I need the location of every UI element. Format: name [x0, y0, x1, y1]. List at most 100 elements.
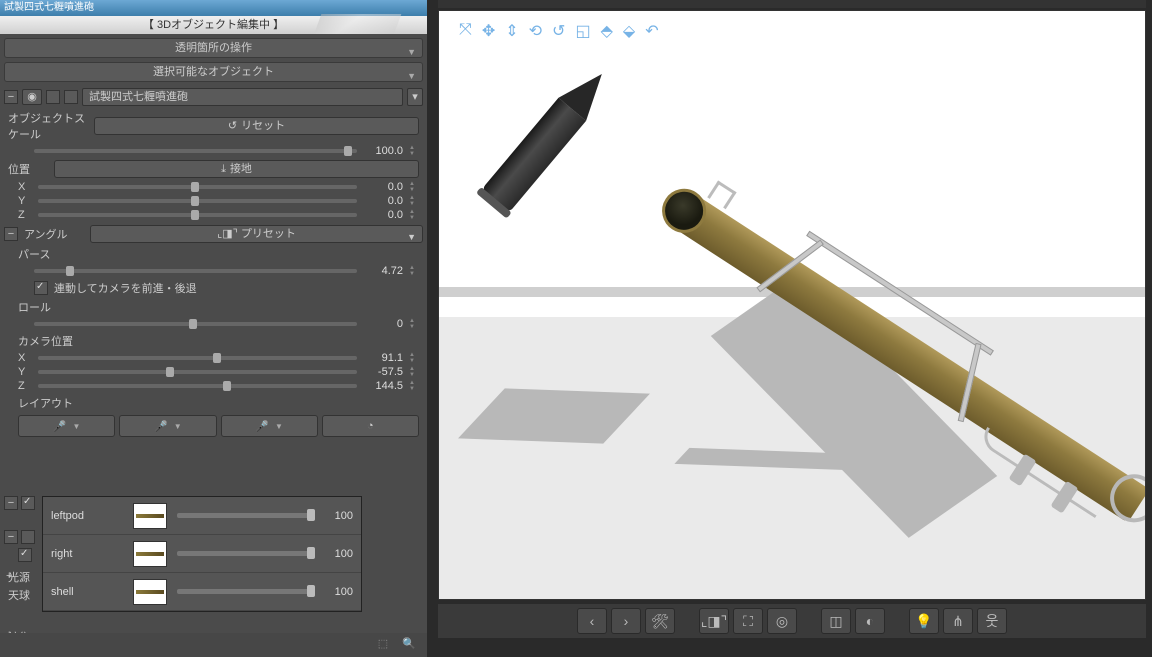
chevron-down-icon: ▼: [275, 422, 283, 431]
chevron-down-icon: ▼: [174, 422, 182, 431]
pos-x-spinner[interactable]: ▲▼: [409, 181, 419, 193]
part-row-leftpod: leftpod 100: [43, 497, 361, 535]
cam-y-slider[interactable]: [38, 370, 357, 374]
chevron-down-icon: ▼: [73, 422, 81, 431]
pos-x-value[interactable]: 0.0: [363, 181, 403, 193]
layout-slot-2[interactable]: 🎤▼: [119, 415, 216, 437]
tree-expand-light[interactable]: +: [6, 570, 12, 582]
move-xy-icon[interactable]: ✥: [482, 21, 495, 41]
focus-icon[interactable]: ◎: [767, 608, 797, 634]
preset-dropdown[interactable]: ⌞◨⌝ プリセット▼: [90, 225, 423, 243]
perspective-value[interactable]: 4.72: [363, 265, 403, 277]
pose-icon[interactable]: 웃: [977, 608, 1007, 634]
ground-button[interactable]: ⤓接地: [54, 160, 419, 178]
pos-y-spinner[interactable]: ▲▼: [409, 195, 419, 207]
pos-z-slider[interactable]: [38, 213, 357, 217]
register-material-icon[interactable]: ⬚: [375, 637, 391, 653]
tree-collapse[interactable]: −: [4, 496, 18, 510]
tree-check[interactable]: [18, 548, 32, 562]
search-icon[interactable]: 🔍: [401, 637, 417, 653]
pos-y-value[interactable]: 0.0: [363, 195, 403, 207]
part-row-shell: shell 100: [43, 573, 361, 611]
part-thumbnail[interactable]: [133, 541, 167, 567]
scale-spinner[interactable]: ▲▼: [409, 145, 419, 157]
move-z-icon[interactable]: ⇕: [505, 21, 518, 41]
camera-icon: ⌞◨⌝: [217, 228, 238, 240]
transparent-ops-dropdown[interactable]: 透明箇所の操作 ▼: [4, 38, 423, 58]
cam-x-value[interactable]: 91.1: [363, 352, 403, 364]
cube-scale-icon[interactable]: ⬙: [623, 21, 635, 41]
axis-z-label: Z: [18, 209, 32, 221]
cube-icon[interactable]: ◱: [575, 21, 590, 41]
lock-checkbox[interactable]: [46, 90, 60, 104]
roll-value[interactable]: 0: [363, 318, 403, 330]
light-icon[interactable]: 💡: [909, 608, 939, 634]
shaded-icon[interactable]: ◐: [855, 608, 885, 634]
pos-x-slider[interactable]: [38, 185, 357, 189]
roll-slider[interactable]: [34, 322, 357, 326]
angle-collapse[interactable]: −: [4, 227, 18, 241]
rotate-axis-icon[interactable]: ↺: [552, 21, 565, 41]
preset-label: プリセット: [241, 228, 296, 240]
part-value[interactable]: 100: [325, 586, 353, 598]
pos-z-value[interactable]: 0.0: [363, 209, 403, 221]
object-name-field[interactable]: 試製四式七糎噴進砲: [82, 88, 403, 106]
scale-value[interactable]: 100.0: [363, 145, 403, 157]
cam-z-spinner[interactable]: ▲▼: [409, 380, 419, 392]
ground-icon: ⤓: [221, 163, 226, 175]
model-shell[interactable]: [438, 16, 671, 270]
camera-snap-icon[interactable]: ⌞◨⌝: [699, 608, 729, 634]
prev-button[interactable]: ‹: [577, 608, 607, 634]
tree-check[interactable]: [21, 530, 35, 544]
part-thumbnail[interactable]: [133, 579, 167, 605]
part-slider[interactable]: [177, 589, 315, 594]
roll-spinner[interactable]: ▲▼: [409, 318, 419, 330]
tree-check[interactable]: [21, 496, 35, 510]
visibility-toggle[interactable]: ◉: [22, 89, 42, 105]
perspective-spinner[interactable]: ▲▼: [409, 265, 419, 277]
collapse-toggle[interactable]: −: [4, 90, 18, 104]
pos-y-slider[interactable]: [38, 199, 357, 203]
part-slider[interactable]: [177, 551, 315, 556]
cam-x-slider[interactable]: [38, 356, 357, 360]
3d-viewport[interactable]: ⤧ ✥ ⇕ ⟲ ↺ ◱ ⬘ ⬙ ↶: [438, 10, 1146, 600]
object-menu[interactable]: ▾: [407, 88, 423, 106]
part-value[interactable]: 100: [325, 548, 353, 560]
cube-rotate-icon[interactable]: ⬘: [601, 21, 613, 41]
cam-y-spinner[interactable]: ▲▼: [409, 366, 419, 378]
tree-collapse[interactable]: −: [4, 530, 18, 544]
move-gizmo-icon[interactable]: ⤧: [459, 21, 472, 41]
select-checkbox[interactable]: [64, 90, 78, 104]
cube-view-icon[interactable]: ◫: [821, 608, 851, 634]
cam-z-value[interactable]: 144.5: [363, 380, 403, 392]
bone-icon[interactable]: ⋔: [943, 608, 973, 634]
frame-icon[interactable]: ⛶: [733, 608, 763, 634]
perspective-slider[interactable]: [34, 269, 357, 273]
mic-icon: 🎤: [53, 420, 67, 433]
layout-slot-1[interactable]: 🎤▼: [18, 415, 115, 437]
follow-camera-checkbox[interactable]: [34, 281, 48, 295]
scale-slider[interactable]: [34, 149, 357, 153]
cam-y-value[interactable]: -57.5: [363, 366, 403, 378]
cam-x-spinner[interactable]: ▲▼: [409, 352, 419, 364]
axis-x-label: X: [18, 181, 32, 193]
undo-icon[interactable]: ↶: [645, 21, 658, 41]
next-button[interactable]: ›: [611, 608, 641, 634]
pos-z-spinner[interactable]: ▲▼: [409, 209, 419, 221]
part-name: leftpod: [51, 510, 123, 522]
part-thumbnail[interactable]: [133, 503, 167, 529]
layout-slot-4[interactable]: ◔: [322, 415, 419, 437]
cam-z-slider[interactable]: [38, 384, 357, 388]
part-slider[interactable]: [177, 513, 315, 518]
perspective-label: パース: [18, 246, 68, 262]
panel-footer: ⬚ 🔍: [0, 633, 427, 657]
axis-y-label: Y: [18, 195, 32, 207]
rotate-gizmo-icon[interactable]: ⟲: [529, 21, 542, 41]
reset-scale-button[interactable]: ↺リセット: [94, 117, 419, 135]
timer-icon: ◔: [367, 420, 374, 432]
settings-icon[interactable]: 🛠: [645, 608, 675, 634]
layout-slot-3[interactable]: 🎤▼: [221, 415, 318, 437]
part-value[interactable]: 100: [325, 510, 353, 522]
mic-icon: 🎤: [154, 420, 168, 433]
selectable-objects-dropdown[interactable]: 選択可能なオブジェクト ▼: [4, 62, 423, 82]
